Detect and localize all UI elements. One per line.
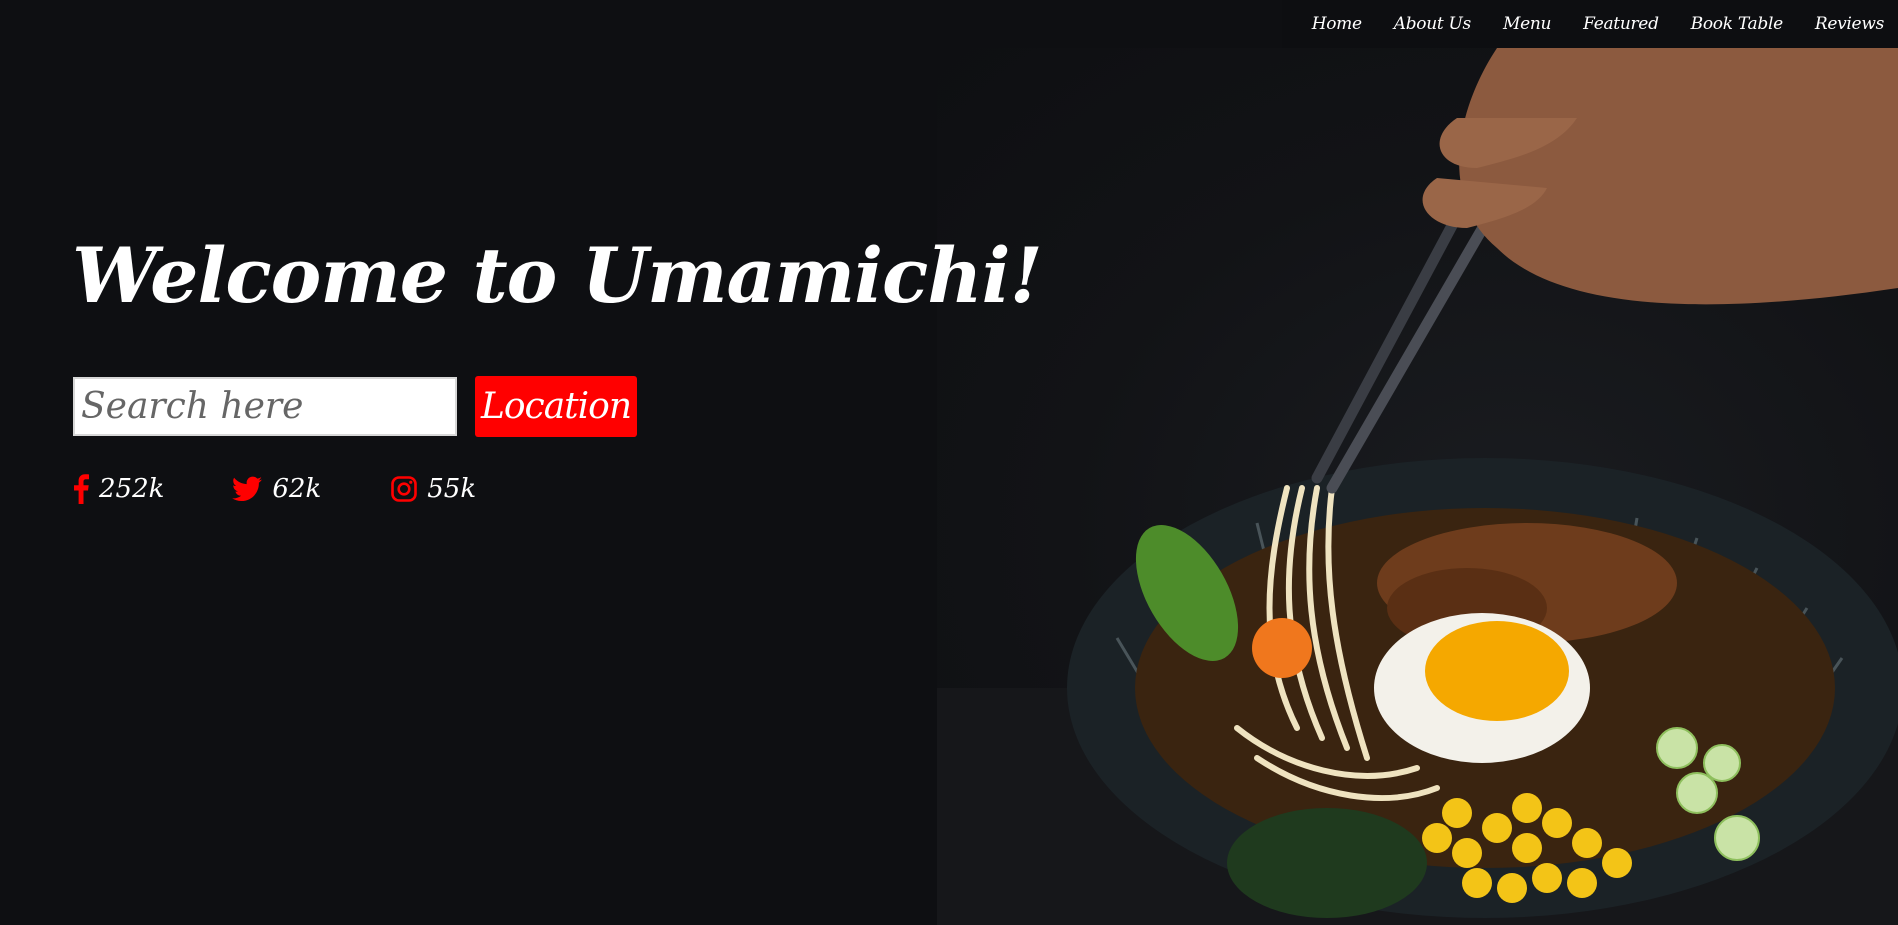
nav-about-us[interactable]: About Us (1394, 14, 1472, 34)
twitter-icon (232, 476, 263, 502)
landing-page: Home About Us Menu Featured Book Table R… (0, 0, 1898, 925)
social-twitter[interactable]: 62k (232, 474, 321, 504)
instagram-count: 55k (427, 474, 477, 504)
facebook-icon (73, 474, 89, 504)
nav-featured[interactable]: Featured (1583, 14, 1659, 34)
social-stats: 252k 62k 55k (73, 474, 476, 504)
search-row: Location (73, 376, 637, 437)
nav-menu[interactable]: Menu (1503, 14, 1551, 34)
hero-title: Welcome to Umamichi! (72, 231, 1043, 320)
twitter-count: 62k (272, 474, 322, 504)
nav-book-table[interactable]: Book Table (1691, 14, 1784, 34)
nav-reviews[interactable]: Reviews (1815, 14, 1884, 34)
search-input[interactable] (73, 377, 457, 436)
top-nav: Home About Us Menu Featured Book Table R… (1281, 0, 1898, 48)
facebook-count: 252k (99, 474, 165, 504)
social-facebook[interactable]: 252k (73, 474, 164, 504)
nav-home[interactable]: Home (1312, 14, 1362, 34)
social-instagram[interactable]: 55k (391, 474, 476, 504)
instagram-icon (391, 476, 418, 502)
hero-ramen-image (937, 48, 1898, 925)
location-button[interactable]: Location (475, 376, 637, 437)
